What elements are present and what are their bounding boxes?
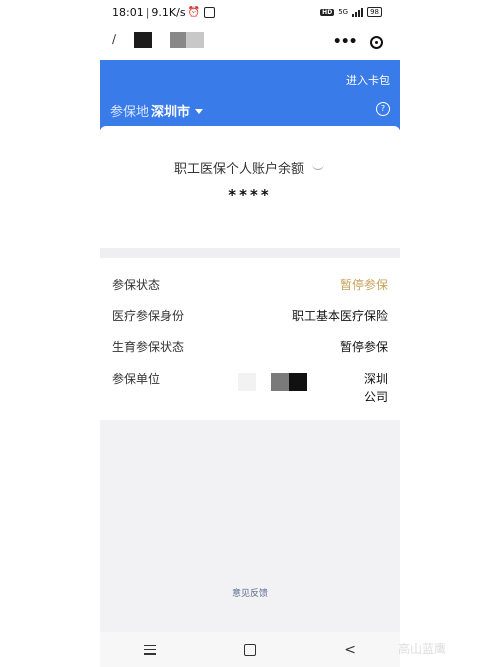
redaction-block — [238, 373, 256, 391]
unit-value: 深圳 公司 — [364, 370, 388, 406]
help-icon[interactable]: ? — [376, 102, 390, 116]
info-row-maternity: 生育参保状态 暂停参保 — [112, 338, 388, 355]
notification-icon — [204, 7, 216, 18]
net-speed: 9.1K/s — [151, 6, 186, 19]
battery-icon: 98 — [367, 7, 382, 17]
balance-header: 职工医保个人账户余额 — [100, 158, 400, 177]
balance-value: **** — [228, 186, 272, 204]
city-selector[interactable]: 参保地 深圳市 — [110, 101, 204, 120]
status-left: 18:01 | 9.1K/s ⏰ — [112, 6, 216, 19]
close-mini-program-icon[interactable] — [370, 35, 384, 49]
caret-down-icon — [195, 109, 204, 114]
clock: 18:01 — [112, 6, 144, 19]
network-label: 5G — [338, 8, 349, 16]
section-divider — [100, 248, 400, 258]
redacted-title-block — [134, 32, 152, 48]
status-separator: | — [145, 6, 150, 19]
feedback-link[interactable]: 意见反馈 — [100, 586, 400, 599]
mini-program-navbar: ∕ ••• — [100, 26, 400, 60]
identity-label: 医疗参保身份 — [112, 309, 185, 323]
back-nav-icon[interactable]: < — [344, 642, 356, 658]
info-row-status: 参保状态 暂停参保 — [112, 276, 388, 293]
redacted-title-block — [170, 32, 186, 48]
more-options-icon[interactable]: ••• — [333, 34, 358, 50]
balance-label: 职工医保个人账户余额 — [173, 162, 304, 177]
watermark-text: 高山蓝鹰 — [398, 642, 447, 656]
watermark: 高山蓝鹰 — [398, 640, 446, 657]
city-prefix-label: 参保地 — [110, 105, 150, 120]
capsule-menu: ••• — [326, 31, 390, 53]
unit-label: 参保单位 — [112, 372, 161, 386]
signal-icon — [352, 7, 364, 17]
system-navigation-bar: < — [100, 632, 400, 667]
back-icon[interactable]: ∕ — [112, 32, 116, 46]
redaction-block — [289, 373, 307, 391]
eye-closed-icon[interactable] — [312, 164, 326, 171]
city-value: 深圳市 — [151, 105, 191, 120]
unit-value-line2: 公司 — [363, 390, 388, 404]
redaction-block — [271, 373, 289, 391]
status-bar: 18:01 | 9.1K/s ⏰ HD 5G 98 — [100, 0, 400, 26]
card-pack-link[interactable]: 进入卡包 — [346, 72, 390, 88]
info-row-identity: 医疗参保身份 职工基本医疗保险 — [112, 307, 388, 324]
identity-value: 职工基本医疗保险 — [291, 309, 388, 323]
maternity-label: 生育参保状态 — [112, 340, 185, 354]
alarm-icon: ⏰ — [187, 7, 201, 18]
redacted-title-block — [186, 32, 204, 48]
unit-value-line1: 深圳 — [363, 372, 388, 386]
status-label: 参保状态 — [112, 278, 161, 292]
status-right: HD 5G 98 — [320, 7, 382, 17]
status-value: 暂停参保 — [339, 278, 388, 292]
hd-icon: HD — [320, 8, 335, 16]
maternity-value: 暂停参保 — [339, 340, 388, 354]
home-icon[interactable] — [244, 643, 257, 656]
menu-icon[interactable] — [144, 644, 157, 655]
page-bottom-area — [100, 420, 400, 632]
phone-screen: 18:01 | 9.1K/s ⏰ HD 5G 98 ∕ ••• 进入卡包 参保地… — [100, 0, 400, 667]
